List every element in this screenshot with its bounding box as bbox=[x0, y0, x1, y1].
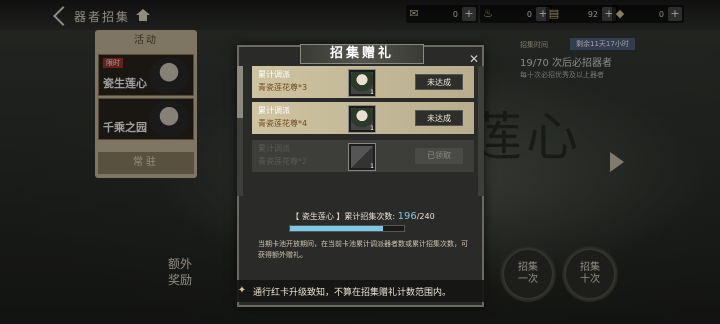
claimed-button: 已领取 bbox=[415, 148, 463, 164]
progress-label: 【 瓷生莲心 】累计招集次数: 196/240 bbox=[252, 211, 474, 222]
task-name: 累计调派 bbox=[258, 144, 290, 153]
scrollbar-left[interactable] bbox=[237, 66, 243, 196]
task-reward: 青瓷莲花尊*4 bbox=[258, 119, 308, 128]
task-row: 累计调派 青瓷莲花尊*4 1 未达成 bbox=[252, 102, 474, 134]
reward-qty: 1 bbox=[370, 163, 374, 170]
reward-qty: 1 bbox=[370, 89, 374, 96]
claim-button[interactable]: 未达成 bbox=[415, 74, 463, 90]
task-name: 累计调派 bbox=[258, 106, 290, 115]
progress-total: /240 bbox=[416, 212, 435, 221]
modal-description: 当期卡池开放期间，在当前卡池累计调派器者数或累计招集次数，可获得额外赠礼。 bbox=[258, 240, 468, 259]
progress-bar bbox=[289, 225, 405, 232]
reward-item-icon[interactable]: 1 bbox=[348, 143, 376, 171]
task-name: 累计调派 bbox=[258, 70, 290, 79]
task-reward: 青瓷莲花尊*2 bbox=[258, 157, 308, 166]
progress-text: 【 瓷生莲心 】累计招集次数: bbox=[291, 212, 398, 221]
task-row: 累计调派 青瓷莲花尊*3 1 未达成 bbox=[252, 66, 474, 98]
task-row: 累计调派 青瓷莲花尊*2 1 已领取 bbox=[252, 140, 474, 172]
claim-button[interactable]: 未达成 bbox=[415, 110, 463, 126]
reward-item-icon[interactable]: 1 bbox=[348, 105, 376, 133]
close-icon[interactable]: ✕ bbox=[467, 52, 481, 66]
reward-qty: 1 bbox=[370, 125, 374, 132]
task-list: 累计调派 青瓷莲花尊*3 1 未达成 累计调派 青瓷莲花尊*4 1 未达成 累计… bbox=[252, 66, 474, 196]
progress-current: 196 bbox=[397, 211, 417, 222]
task-reward: 青瓷莲花尊*3 bbox=[258, 83, 308, 92]
modal-title: 招集赠礼 bbox=[329, 46, 394, 61]
scrollbar-thumb[interactable] bbox=[237, 66, 243, 118]
progress-fill bbox=[290, 226, 384, 231]
reward-item-icon[interactable]: 1 bbox=[348, 69, 376, 97]
scrollbar-right bbox=[478, 66, 484, 196]
sparkle-icon: ✦ bbox=[237, 285, 247, 296]
notice-text: 通行红卡升级致知，不算在招集赠礼计数范围内。 bbox=[253, 288, 452, 298]
